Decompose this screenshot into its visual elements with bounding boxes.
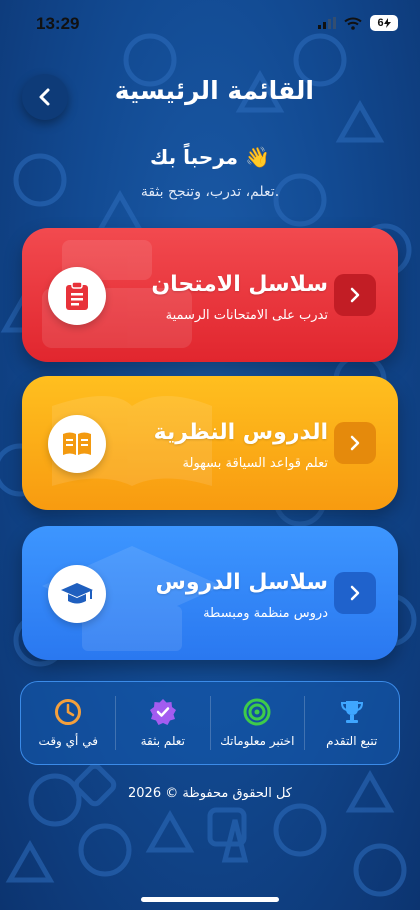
- card-chevron-button[interactable]: [334, 422, 376, 464]
- theory-lessons-card[interactable]: الدروس النظرية تعلم قواعد السياقة بسهولة: [22, 376, 398, 510]
- feature-test-knowledge: اختبر معلوماتك: [210, 682, 305, 764]
- card-chevron-button[interactable]: [334, 572, 376, 614]
- home-indicator[interactable]: [141, 897, 279, 902]
- card-title: سلاسل الدروس: [155, 570, 328, 595]
- copyright-footer: 2026 © كل الحقوق محفوظة: [128, 786, 292, 801]
- divider: [304, 696, 305, 750]
- chevron-right-icon: [350, 585, 360, 601]
- header: القائمة الرئيسية: [0, 70, 420, 120]
- trophy-icon: [338, 698, 366, 726]
- card-icon-circle: [48, 415, 106, 473]
- card-title: الدروس النظرية: [153, 420, 328, 445]
- book-icon: [63, 432, 91, 455]
- charging-bolt-icon: [383, 18, 391, 28]
- feature-label: اختبر معلوماتك: [220, 734, 295, 748]
- lesson-series-card[interactable]: سلاسل الدروس دروس منظمة ومبسطة: [22, 526, 398, 660]
- feature-label: في أي وقت: [38, 734, 98, 748]
- card-subtitle: تعلم قواعد السياقة بسهولة: [182, 456, 328, 471]
- chevron-right-icon: [350, 287, 360, 303]
- welcome-subtitle: تعلم، تدرب، وتنجح بثقة.: [140, 184, 280, 200]
- exam-series-card[interactable]: سلاسل الامتحان تدرب على الامتحانات الرسم…: [22, 228, 398, 362]
- card-subtitle: تدرب على الامتحانات الرسمية: [165, 308, 328, 323]
- card-icon-circle: [48, 267, 106, 325]
- graduation-cap-icon: [61, 583, 93, 604]
- battery-icon: 6: [370, 15, 398, 31]
- clipboard-icon: [66, 281, 88, 310]
- feature-label: تعلم بثقة: [140, 734, 185, 748]
- card-chevron-button[interactable]: [334, 274, 376, 316]
- card-subtitle: دروس منظمة ومبسطة: [203, 606, 328, 621]
- target-icon: [243, 698, 271, 726]
- wifi-icon: [344, 17, 362, 30]
- feature-label: تتبع التقدم: [326, 734, 378, 748]
- features-strip: تتبع التقدم اختبر معلوماتك تعلم بثقة في …: [20, 681, 400, 765]
- feature-track-progress: تتبع التقدم: [305, 682, 400, 764]
- clock-icon: [54, 698, 82, 726]
- card-title: سلاسل الامتحان: [151, 272, 328, 297]
- status-icons: 6: [318, 15, 398, 31]
- page-title: القائمة الرئيسية: [114, 76, 314, 105]
- chevron-left-icon: [39, 88, 50, 106]
- chevron-right-icon: [350, 435, 360, 451]
- status-bar: 13:29 6: [0, 0, 420, 44]
- back-button[interactable]: [22, 74, 68, 120]
- cellular-signal-icon: [318, 17, 336, 29]
- divider: [210, 696, 211, 750]
- feature-anytime: في أي وقت: [21, 682, 116, 764]
- card-icon-circle: [48, 565, 106, 623]
- feature-learn-confidently: تعلم بثقة: [116, 682, 211, 764]
- divider: [115, 696, 116, 750]
- status-time: 13:29: [36, 14, 80, 33]
- verified-badge-icon: [149, 698, 177, 726]
- welcome-greeting: مرحباً بك 👋: [150, 145, 270, 169]
